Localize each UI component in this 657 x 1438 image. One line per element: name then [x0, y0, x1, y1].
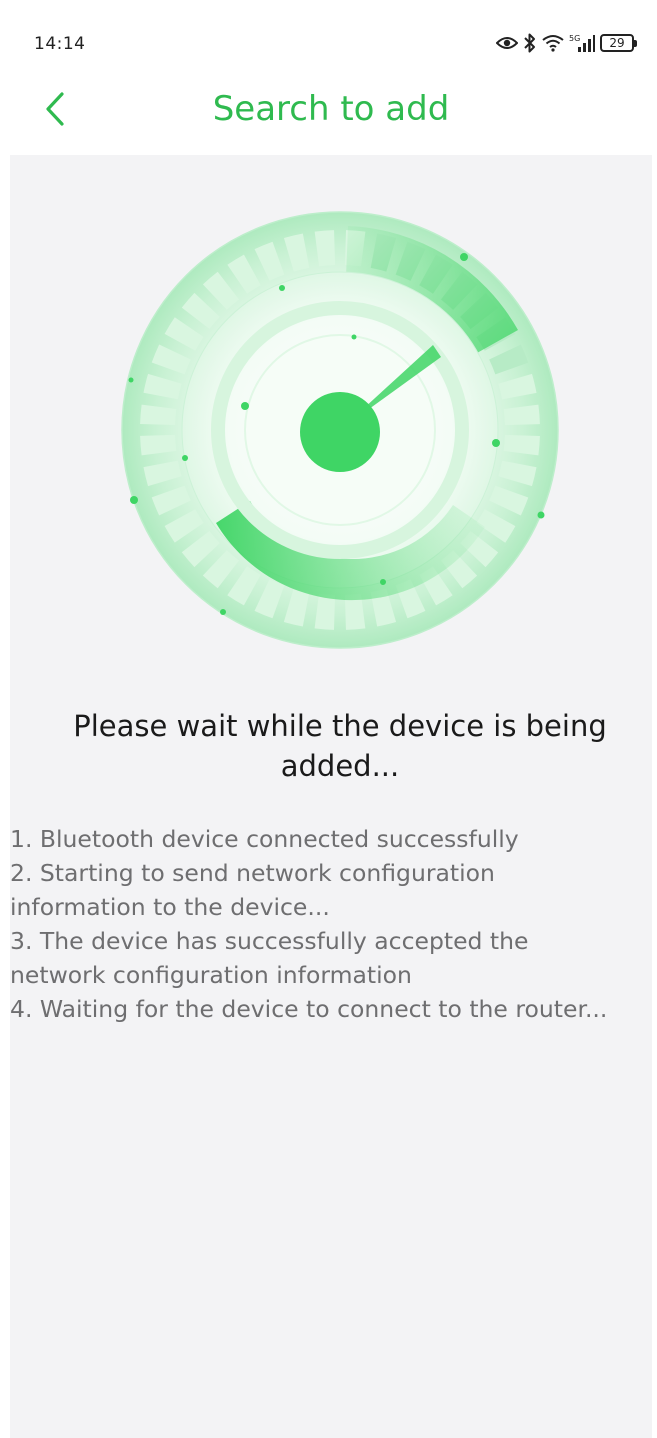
- app-screen: 14:14 5G 29 Search to add Please wait wh…: [10, 0, 652, 1438]
- eye-icon: [496, 36, 518, 50]
- top-bar: 14:14 5G 29 Search to add: [10, 0, 652, 155]
- battery-icon: 29: [600, 34, 637, 52]
- step-4: 4. Waiting for the device to connect to …: [10, 995, 608, 1023]
- status-time: 14:14: [34, 34, 86, 54]
- radar-center: [300, 392, 380, 472]
- bluetooth-icon: [523, 32, 537, 54]
- progress-steps: 1. Bluetooth device connected successful…: [10, 822, 652, 1026]
- step-1: 1. Bluetooth device connected successful…: [10, 825, 519, 853]
- step-3: 3. The device has successfully accepted …: [10, 927, 529, 989]
- cellular-signal-icon: 5G: [569, 33, 595, 53]
- wifi-icon: [542, 34, 564, 52]
- radar-scan-animation: [121, 211, 559, 649]
- step-2: 2. Starting to send network configuratio…: [10, 859, 495, 921]
- page-title: Search to add: [212, 89, 450, 129]
- network-type-label: 5G: [569, 34, 580, 43]
- status-headline: Please wait while the device is being ad…: [73, 709, 607, 783]
- status-icons: 5G 29: [496, 30, 637, 56]
